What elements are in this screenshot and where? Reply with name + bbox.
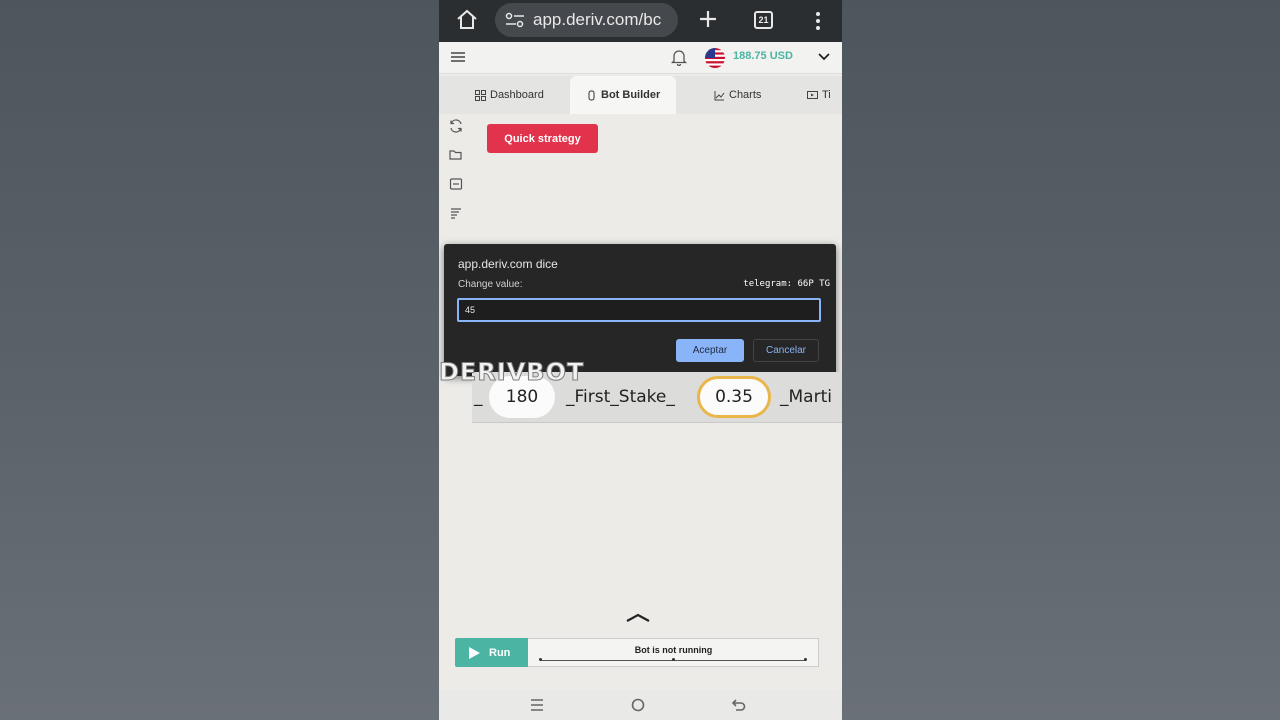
play-icon <box>469 646 480 659</box>
us-flag-icon[interactable] <box>705 48 725 68</box>
prompt-dialog: app.deriv.com dice Change value: telegra… <box>444 244 836 376</box>
folder-open-icon[interactable] <box>449 148 463 162</box>
dashboard-icon <box>475 89 486 101</box>
address-bar[interactable]: app.deriv.com/bc <box>495 3 678 37</box>
tab-tutorials[interactable]: Ti <box>807 76 831 114</box>
martingale-label: _Marti <box>780 387 832 407</box>
dialog-label: Change value: <box>458 279 523 290</box>
new-tab-icon[interactable] <box>696 7 720 31</box>
run-button[interactable]: Run <box>455 638 528 667</box>
back-icon[interactable] <box>731 698 747 712</box>
workspace-toolbar <box>439 114 473 244</box>
account-balance[interactable]: 188.75 USD <box>733 50 793 62</box>
first-stake-label: _First_Stake_ <box>566 387 675 407</box>
phone-screen: app.deriv.com/bc 21 188.75 USD Dashboard… <box>439 0 842 720</box>
overlay-caption: telegram: 66P TG <box>743 279 830 289</box>
reset-icon[interactable] <box>449 119 463 133</box>
bot-builder-icon <box>588 90 595 100</box>
home-icon[interactable] <box>455 8 479 32</box>
watermark-text: DERIVBOT <box>439 358 585 387</box>
tab-label: Charts <box>729 89 762 101</box>
tab-charts[interactable]: Charts <box>714 76 761 114</box>
run-panel: Run Bot is not running <box>455 638 819 668</box>
tab-switcher-button[interactable]: 21 <box>754 11 773 29</box>
recent-apps-icon[interactable] <box>529 698 545 712</box>
tab-dashboard[interactable]: Dashboard <box>475 76 544 114</box>
bot-status-text: Bot is not running <box>634 645 713 655</box>
main-tabs: Dashboard Bot Builder Charts Ti <box>439 76 842 114</box>
app-header: 188.75 USD <box>439 42 842 74</box>
tutorial-icon <box>807 90 818 99</box>
tab-label: Bot Builder <box>601 89 661 101</box>
tab-label: Ti <box>822 89 831 101</box>
browser-toolbar: app.deriv.com/bc 21 <box>439 0 842 42</box>
hamburger-menu-icon[interactable] <box>450 51 466 63</box>
save-icon[interactable] <box>449 177 463 191</box>
notification-bell-icon[interactable] <box>670 48 688 66</box>
url-text: app.deriv.com/bc <box>533 10 662 29</box>
first-stake-value-field[interactable]: 0.35 <box>697 376 771 418</box>
expand-up-icon[interactable] <box>625 613 651 623</box>
progress-dot <box>804 658 807 661</box>
home-button-icon[interactable] <box>630 698 646 712</box>
cancel-button[interactable]: Cancelar <box>753 339 819 362</box>
accept-button[interactable]: Aceptar <box>676 339 744 362</box>
quick-strategy-button[interactable]: Quick strategy <box>487 124 598 153</box>
site-settings-icon[interactable] <box>505 12 525 28</box>
chart-icon <box>714 90 725 100</box>
sort-blocks-icon[interactable] <box>449 206 463 220</box>
first-stake-value: 0.35 <box>715 387 753 407</box>
more-vertical-icon[interactable] <box>809 10 827 32</box>
chevron-down-icon[interactable] <box>817 52 831 62</box>
dialog-title: app.deriv.com dice <box>458 257 558 271</box>
block-text-prefix: _ <box>474 387 483 407</box>
tab-bot-builder[interactable]: Bot Builder <box>570 76 677 114</box>
progress-dot <box>539 658 542 661</box>
duration-value: 180 <box>505 387 539 407</box>
bot-status: Bot is not running <box>528 638 819 667</box>
run-label: Run <box>489 646 511 659</box>
tab-label: Dashboard <box>490 89 544 101</box>
system-nav-bar <box>439 690 842 720</box>
tab-count: 21 <box>758 15 769 25</box>
change-value-input[interactable] <box>457 298 821 322</box>
progress-dot <box>672 658 675 661</box>
